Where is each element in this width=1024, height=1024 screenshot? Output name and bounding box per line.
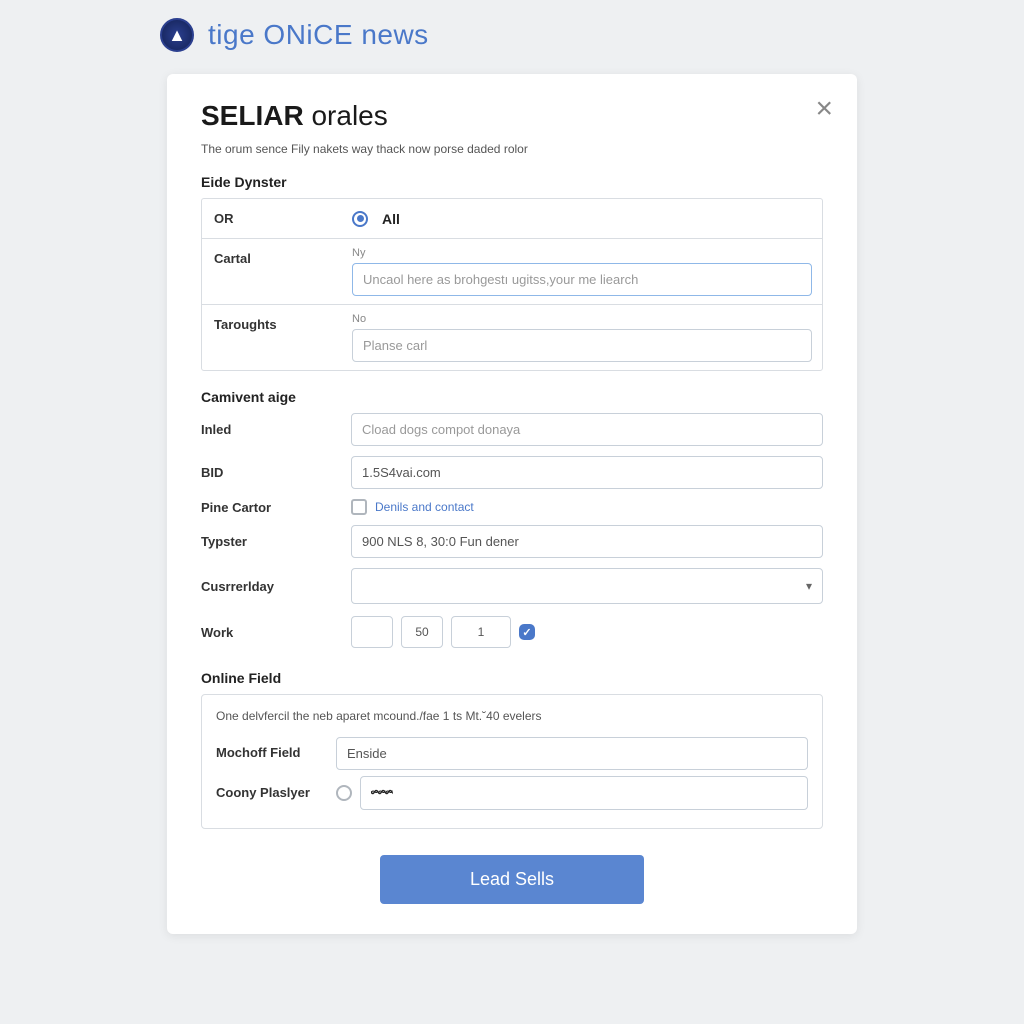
typster-input[interactable] [351,525,823,558]
label-typster: Typster [201,534,351,549]
coony-input[interactable]: ~~~ [360,776,808,810]
label-mochoff: Mochoff Field [216,745,336,762]
radio-all-label: All [382,211,400,227]
row-taroughts: Taroughts No [202,305,822,370]
online-field-desc: One delvfercil the neb aparet mcound./fa… [216,709,808,723]
content-taroughts: No [342,305,822,370]
work-input-2[interactable] [401,616,443,648]
page-header: ▲ tige ONiCE news [0,0,1024,64]
row-pine: Pine Cartor Denils and contact [201,499,823,515]
coony-radio[interactable] [336,785,352,801]
row-coony: Coony Plaslyer ~~~ [216,776,808,810]
modal-description: The orum sence Fily nakets way thack now… [201,142,823,156]
section-online-field: Online Field [201,670,823,686]
work-input-3[interactable] [451,616,511,648]
pine-check-label: Denils and contact [375,500,474,514]
signature-icon: ~~~ [371,785,393,801]
modal-title-bold: SELIAR [201,100,304,131]
logo-icon: ▲ [160,18,194,52]
label-work: Work [201,625,351,640]
radio-all[interactable] [352,211,368,227]
section-camivent: Camivent aige [201,389,823,405]
row-inled: Inled [201,413,823,446]
taroughts-input[interactable] [352,329,812,362]
cartal-input[interactable] [352,263,812,296]
close-icon[interactable]: × [815,94,833,124]
label-taroughts: Taroughts [202,305,342,370]
content-cartal: Ny [342,239,822,304]
work-checkbox[interactable]: ✓ [519,624,535,640]
row-typster: Typster [201,525,823,558]
pine-checkbox[interactable] [351,499,367,515]
sublabel-cartal: Ny [352,247,812,259]
label-pine: Pine Cartor [201,500,351,515]
currday-dropdown[interactable] [351,568,823,604]
bid-input[interactable] [351,456,823,489]
modal-title: SELIAR orales [201,100,823,132]
mochoff-input[interactable] [336,737,808,770]
row-mochoff: Mochoff Field [216,737,808,770]
modal-title-light: orales [311,100,387,131]
inled-input[interactable] [351,413,823,446]
form-table-1: OR All Cartal Ny Taroughts No [201,198,823,371]
work-input-1[interactable] [351,616,393,648]
section-eide-dynster: Eide Dynster [201,174,823,190]
row-cartal: Cartal Ny [202,239,822,305]
header-title: tige ONiCE news [208,19,429,51]
label-currday: Cusrrerlday [201,579,351,594]
submit-area: Lead Sells [201,855,823,904]
label-coony: Coony Plaslyer [216,785,336,802]
row-or: OR All [202,199,822,239]
sublabel-taroughts: No [352,313,812,325]
row-bid: BID [201,456,823,489]
label-inled: Inled [201,422,351,437]
row-currday: Cusrrerlday [201,568,823,604]
row-work: Work ✓ [201,616,823,648]
online-field-box: One delvfercil the neb aparet mcound./fa… [201,694,823,829]
content-or: All [342,199,822,238]
label-cartal: Cartal [202,239,342,304]
label-or: OR [202,199,342,238]
lead-sells-button[interactable]: Lead Sells [380,855,644,904]
label-bid: BID [201,465,351,480]
modal-dialog: × SELIAR orales The orum sence Fily nake… [167,74,857,934]
